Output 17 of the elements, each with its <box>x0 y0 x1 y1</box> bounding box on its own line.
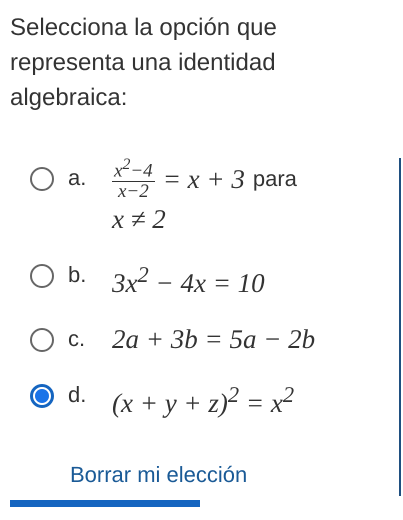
radio-button[interactable] <box>30 264 54 288</box>
math-expression: = x + 3 <box>162 164 245 194</box>
fraction: x$^{2}$−4 x−2 <box>112 155 155 202</box>
option-letter: a. <box>68 164 88 192</box>
math-expression: (x + y + z)$^{2}$ = x$^{2}$ <box>112 381 294 418</box>
math-expression: 2a + 3b = 5a − 2b <box>112 324 316 354</box>
option-letter: c. <box>68 325 86 354</box>
math-expression: 3x$^{2}$ − 4x = 10 <box>112 261 265 298</box>
clear-choice-link[interactable]: Borrar mi elección <box>70 462 248 488</box>
radio-button[interactable] <box>30 328 54 352</box>
radio-button[interactable] <box>30 384 54 408</box>
option-letter: d. <box>68 381 88 410</box>
option-text: para <box>252 166 297 192</box>
math-expression: x ≠ 2 <box>112 204 166 234</box>
question-text: Selecciona la opción que representa una identidad algebraica: <box>10 13 278 113</box>
radio-button[interactable] <box>30 167 54 191</box>
option-letter: b. <box>68 261 88 290</box>
